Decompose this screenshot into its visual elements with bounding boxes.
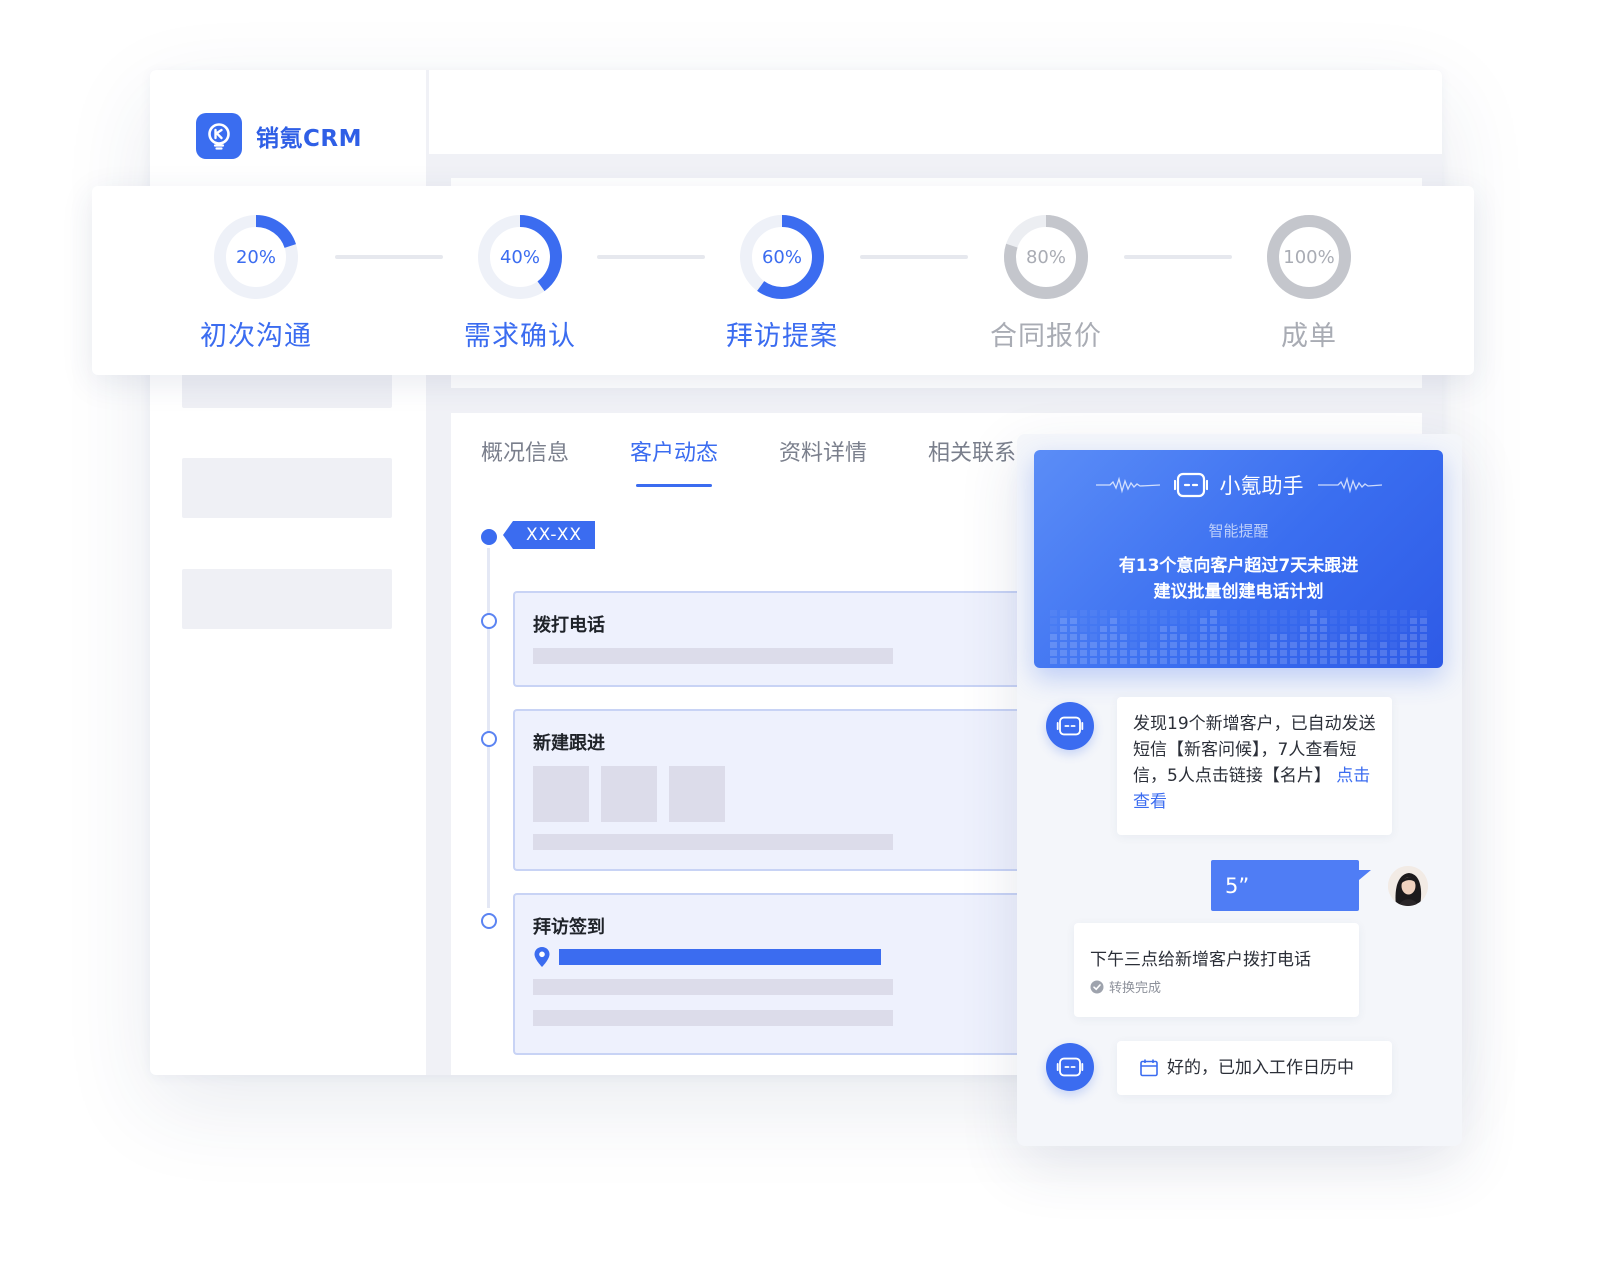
reminder-line-2: 建议批量创建电话计划 (1153, 582, 1324, 602)
date-tag: XX-XX (503, 521, 595, 549)
pixel-equalizer-decoration (1050, 610, 1427, 664)
text-placeholder (533, 979, 893, 995)
stage-label: 成单 (1281, 321, 1337, 352)
robot-icon (1056, 716, 1084, 736)
event-followup[interactable]: 新建跟进 (513, 709, 1033, 871)
tab-overview[interactable]: 概况信息 (481, 435, 569, 485)
image-placeholder (601, 766, 657, 822)
event-checkin[interactable]: 拜访签到 (513, 893, 1033, 1055)
sales-stage-card: 20% 初次沟通 40% 需求确认 60% 拜访提案 80% 合同报价 100%… (92, 186, 1474, 375)
stage-step[interactable]: 20% 初次沟通 (176, 214, 336, 353)
event-call[interactable]: 拨打电话 (513, 591, 1033, 687)
progress-ring: 80% (1003, 214, 1089, 300)
stage-connector (860, 255, 968, 259)
event-title: 新建跟进 (533, 733, 605, 754)
assistant-title-row: 小氪助手 (1034, 470, 1443, 500)
stage-percent: 60% (761, 246, 802, 268)
top-bar (429, 70, 1442, 154)
timeline-dot (481, 913, 497, 929)
address-bar (559, 949, 881, 965)
stage-percent: 100% (1283, 246, 1335, 268)
timeline-dot (481, 613, 497, 629)
stage-connector (1124, 255, 1232, 259)
status-row: 转换完成 (1090, 977, 1343, 996)
stage-label: 合同报价 (990, 321, 1102, 352)
app-name: 销氪CRM (256, 126, 362, 152)
bulb-logo-icon (196, 113, 242, 159)
tab-related-contacts[interactable]: 相关联系 (928, 435, 1016, 485)
timeline-line (487, 548, 490, 908)
stage-step[interactable]: 100% 成单 (1229, 214, 1389, 353)
stage-connector (597, 255, 705, 259)
tab-customer-activity[interactable]: 客户动态 (630, 435, 718, 487)
text-placeholder (533, 648, 893, 664)
crm-showcase: 销氪CRM 概况信息 客户动态 资料详情 相关联系 XX-XX 拨打电话 新建跟… (0, 0, 1598, 1288)
text-placeholder (533, 1010, 893, 1026)
progress-ring: 60% (739, 214, 825, 300)
progress-ring: 40% (477, 214, 563, 300)
assistant-avatar (1046, 1043, 1094, 1091)
reply-text: 好的，已加入工作日历中 (1167, 1058, 1354, 1078)
tab-details[interactable]: 资料详情 (779, 435, 867, 485)
assistant-subtitle: 智能提醒 (1208, 522, 1269, 540)
stage-percent: 40% (499, 246, 540, 268)
event-title: 拨打电话 (533, 615, 605, 636)
timeline-dot (481, 731, 497, 747)
soundwave-icon (1317, 476, 1382, 494)
robot-icon (1173, 472, 1208, 498)
timeline-dot (481, 529, 497, 545)
sidebar-placeholder (182, 458, 392, 518)
stage-connector (335, 255, 443, 259)
assistant-header: 小氪助手 智能提醒 有13个意向客户超过7天未跟进 建议批量创建电话计划 (1034, 450, 1443, 668)
event-title: 拜访签到 (533, 917, 605, 938)
voice-duration: 5” (1225, 873, 1250, 898)
progress-ring: 20% (213, 214, 299, 300)
image-placeholder (533, 766, 589, 822)
app-logo[interactable]: 销氪CRM (196, 113, 362, 159)
message-text: 发现19个新增客户，已自动发送短信【新客问候】，7人查看短信，5人点击链接【名片… (1133, 714, 1376, 812)
soundwave-icon (1095, 476, 1160, 494)
assistant-title: 小氪助手 (1219, 474, 1304, 498)
user-photo (1388, 866, 1428, 906)
stage-percent: 20% (235, 246, 276, 268)
calendar-icon (1140, 1059, 1158, 1077)
transcript-text: 下午三点给新增客户拨打电话 (1090, 950, 1311, 970)
stage-percent: 80% (1025, 246, 1066, 268)
stage-label: 拜访提案 (726, 321, 838, 352)
transcript-bubble: 下午三点给新增客户拨打电话 转换完成 (1074, 923, 1359, 1017)
progress-ring: 100% (1266, 214, 1352, 300)
stage-step[interactable]: 60% 拜访提案 (702, 214, 862, 353)
location-pin-icon (534, 947, 550, 967)
transcript-status: 转换完成 (1109, 981, 1162, 996)
stage-step[interactable]: 80% 合同报价 (966, 214, 1126, 353)
reminder-line-1: 有13个意向客户超过7天未跟进 (1118, 556, 1359, 576)
assistant-avatar (1046, 702, 1094, 750)
stage-label: 初次沟通 (200, 321, 312, 352)
image-placeholder (669, 766, 725, 822)
text-placeholder (533, 834, 893, 850)
tab-bar: 概况信息 客户动态 资料详情 相关联系 (481, 435, 1077, 487)
user-avatar (1388, 866, 1428, 906)
stage-label: 需求确认 (464, 321, 576, 352)
reply-bubble: 好的，已加入工作日历中 (1117, 1041, 1392, 1095)
voice-message[interactable]: 5” (1211, 860, 1371, 911)
sidebar-placeholder (182, 569, 392, 629)
stage-step[interactable]: 40% 需求确认 (440, 214, 600, 353)
assistant-message: 发现19个新增客户，已自动发送短信【新客问候】，7人查看短信，5人点击链接【名片… (1117, 697, 1392, 835)
check-circle-icon (1090, 980, 1104, 993)
robot-icon (1056, 1057, 1084, 1077)
